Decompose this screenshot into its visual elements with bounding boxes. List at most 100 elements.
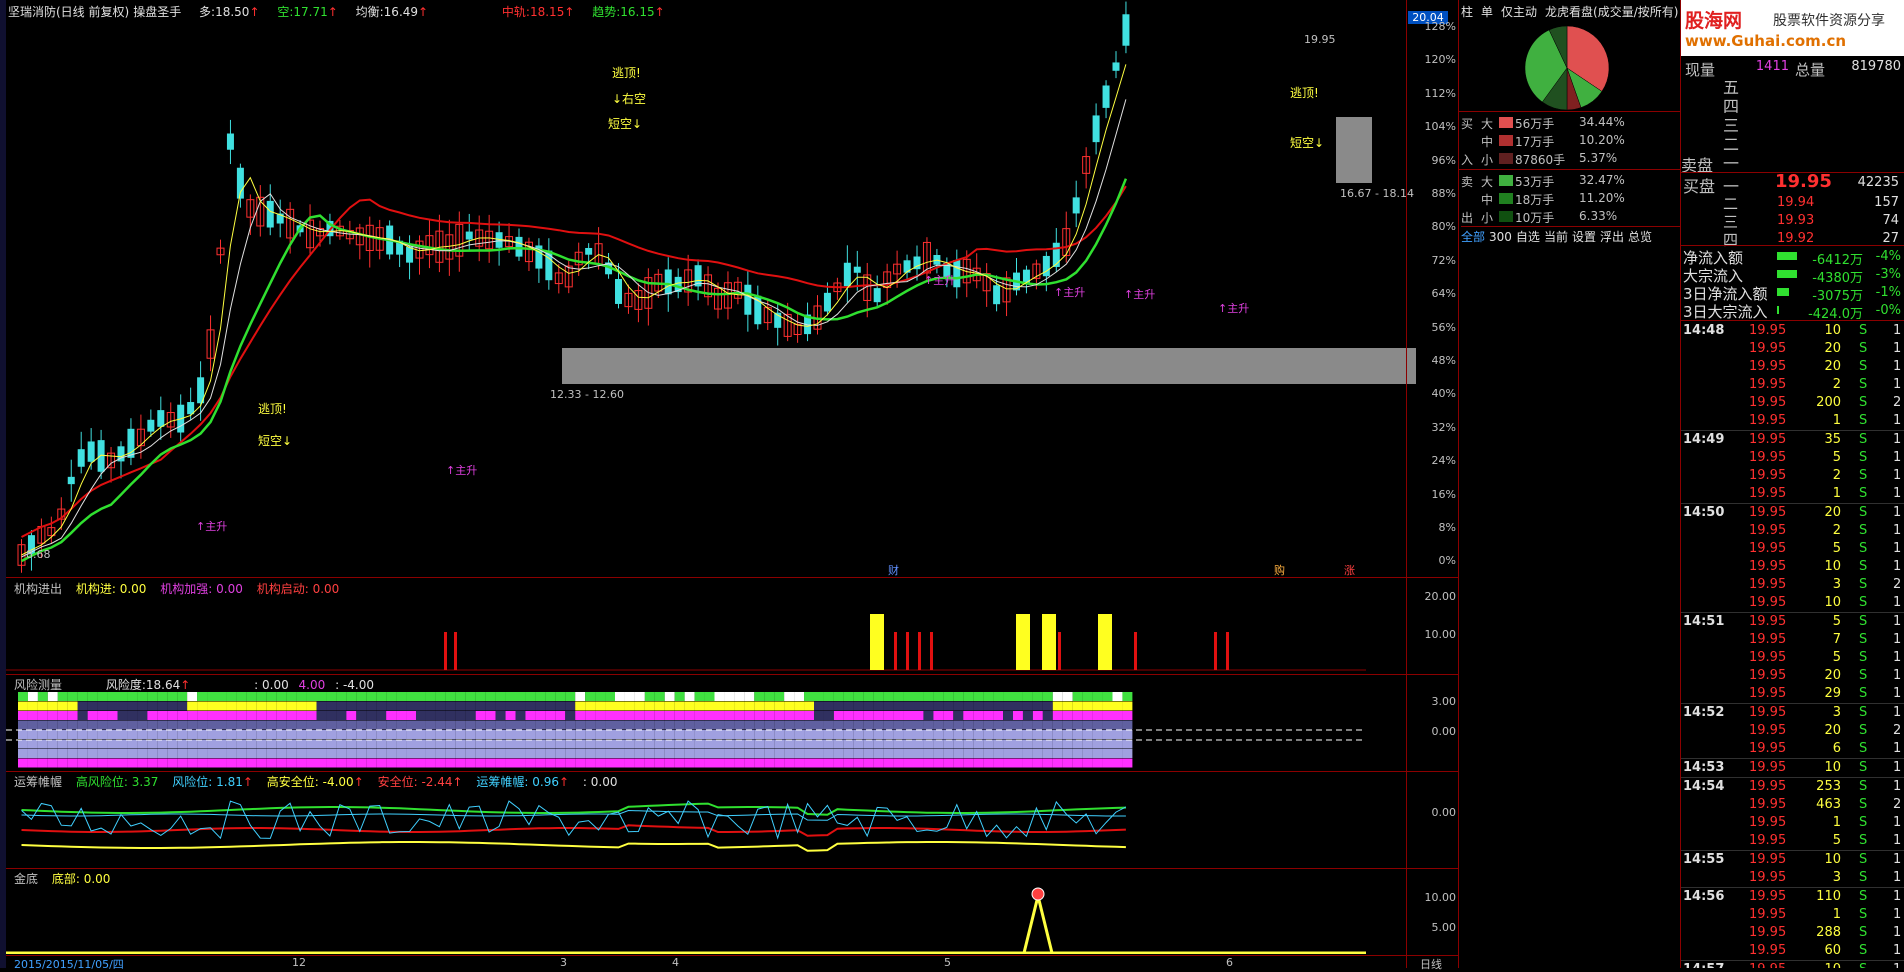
risk-cell <box>1092 701 1103 711</box>
risk-cell <box>1092 749 1103 758</box>
risk-cell <box>226 692 237 701</box>
risk-cell <box>236 701 247 711</box>
risk-cell <box>515 730 526 739</box>
finance-marker[interactable]: 财 <box>888 562 899 578</box>
risk-cell <box>624 711 635 720</box>
tab-dragon-tiger[interactable]: 龙虎看盘(成交量/按所有) <box>1545 5 1678 19</box>
risk-cell <box>933 692 944 701</box>
risk-cell <box>565 749 576 758</box>
risk-cell <box>585 758 596 768</box>
tick-list[interactable]: 14:48 19.95 10 S 1 19.95 20 S 1 19.95 20 S 1 19.95 2 S 1… <box>1681 322 1904 968</box>
risk-cell <box>555 730 566 739</box>
chart-region[interactable]: 坚瑞消防(日线 前复权) 操盘圣手 多:18.50↑ 空:17.71↑ 均衡:16… <box>6 0 1459 971</box>
risk-cell <box>644 720 655 730</box>
period-label[interactable]: 日线 <box>1420 956 1442 972</box>
risk-cell <box>774 758 785 768</box>
risk-cell <box>97 711 108 720</box>
risk-cell <box>346 758 357 768</box>
risk-cell <box>664 711 675 720</box>
rise-marker[interactable]: 涨 <box>1344 562 1355 578</box>
risk-cell <box>664 739 675 749</box>
main-rise-label: ↑主升 <box>1124 288 1156 301</box>
tab-single[interactable]: 单 <box>1481 5 1493 19</box>
risk-cell <box>764 701 775 711</box>
risk-cell <box>167 701 178 711</box>
risk-cell <box>137 720 148 730</box>
risk-heatmap[interactable] <box>6 692 1416 770</box>
tick-price: 19.95 <box>1749 341 1787 356</box>
risk-cell <box>525 711 536 720</box>
tick-row: 19.95 10 S 1 <box>1681 594 1904 612</box>
risk-cell <box>1102 758 1113 768</box>
risk-cell <box>664 730 675 739</box>
risk-cell <box>356 711 367 720</box>
risk-cell <box>1062 758 1073 768</box>
btab-settings[interactable]: 设置 <box>1572 230 1596 244</box>
risk-cell <box>137 739 148 749</box>
risk-cell <box>993 749 1004 758</box>
tab-active-only[interactable]: 仅主动 <box>1501 5 1537 19</box>
tick-count: 1 <box>1893 359 1902 374</box>
risk-cell <box>77 739 88 749</box>
btab-float[interactable]: 浮出 <box>1600 230 1624 244</box>
buy-marker[interactable]: 购 <box>1274 562 1285 578</box>
tick-count: 1 <box>1893 686 1902 701</box>
risk-cell <box>843 739 854 749</box>
panel-divider <box>6 577 1459 578</box>
tick-side: S <box>1859 541 1868 556</box>
risk-cell <box>356 758 367 768</box>
golden-bottom-chart[interactable] <box>6 886 1416 954</box>
tick-side: S <box>1859 614 1868 629</box>
sell-levels: 五四三二一 <box>1723 78 1763 173</box>
risk-cell <box>465 720 476 730</box>
risk-cell <box>266 711 277 720</box>
risk-cell <box>654 692 665 701</box>
risk-cell <box>595 730 606 739</box>
btab-all[interactable]: 全部 <box>1461 230 1485 244</box>
risk-cell <box>256 730 267 739</box>
up-arrow-icon: ↑ <box>242 775 253 789</box>
strategy-lines[interactable] <box>6 790 1416 868</box>
jigou-bars[interactable] <box>6 600 1416 672</box>
risk-cell <box>704 720 715 730</box>
risk-cell <box>1072 758 1083 768</box>
candlestick-chart[interactable] <box>6 0 1416 580</box>
risk-cell <box>336 739 347 749</box>
risk-cell <box>565 739 576 749</box>
risk-cell <box>714 758 725 768</box>
btab-current[interactable]: 当前 <box>1544 230 1568 244</box>
risk-cell <box>953 739 964 749</box>
risk-cell <box>77 692 88 701</box>
risk-cell <box>814 720 824 730</box>
candle-body-down <box>823 292 831 312</box>
tab-bar[interactable]: 柱 <box>1461 5 1473 19</box>
candle-body-down <box>1072 197 1080 214</box>
candle-body-down <box>1092 115 1100 143</box>
risk-cell <box>983 711 994 720</box>
risk-cell <box>923 739 934 749</box>
risk-cell <box>107 758 118 768</box>
tick-side: S <box>1859 650 1868 665</box>
logo-text: 股海网 <box>1685 10 1743 32</box>
risk-value-b: 4.00 <box>298 678 326 692</box>
btab-overview[interactable]: 总览 <box>1628 230 1652 244</box>
risk-cell <box>823 730 834 739</box>
btab-300[interactable]: 300 <box>1489 230 1512 244</box>
flow-bar <box>1777 270 1797 278</box>
risk-cell <box>515 711 526 720</box>
btab-watch[interactable]: 自选 <box>1516 230 1540 244</box>
risk-cell <box>883 758 894 768</box>
tick-count: 1 <box>1893 779 1902 794</box>
risk-cell <box>963 749 974 758</box>
risk-cell <box>266 749 277 758</box>
month-tick: 4 <box>672 956 679 969</box>
risk-cell <box>57 701 68 711</box>
risk-cell <box>336 749 347 758</box>
tick-price: 19.95 <box>1749 852 1787 867</box>
tick-time: 14:49 <box>1683 432 1725 447</box>
risk-cell <box>774 749 785 758</box>
risk-cell <box>107 701 118 711</box>
tick-row: 19.95 3 S 2 <box>1681 576 1904 594</box>
risk-cell <box>535 758 546 768</box>
risk-cell <box>266 758 277 768</box>
